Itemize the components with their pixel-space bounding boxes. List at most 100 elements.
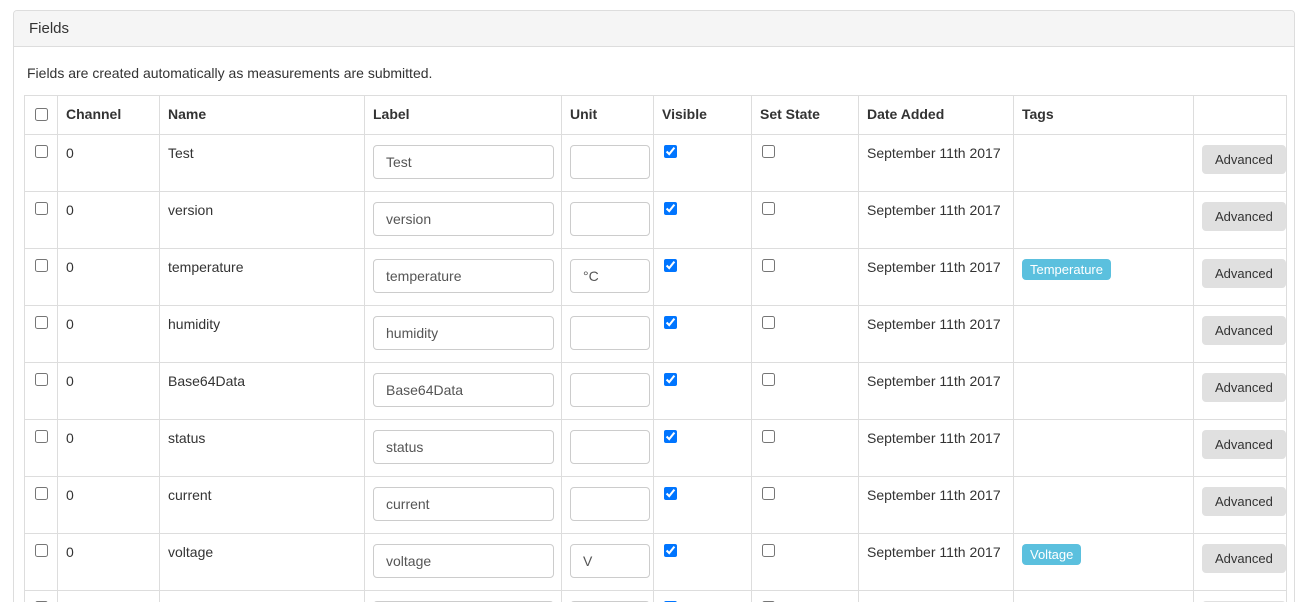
set-state-checkbox[interactable] bbox=[762, 259, 775, 272]
advanced-button[interactable]: Advanced bbox=[1202, 544, 1286, 573]
advanced-button[interactable]: Advanced bbox=[1202, 259, 1286, 288]
row-select-checkbox[interactable] bbox=[35, 316, 48, 329]
row-select-checkbox[interactable] bbox=[35, 145, 48, 158]
actions-cell: Advanced bbox=[1194, 534, 1287, 591]
unit-cell bbox=[562, 420, 654, 477]
select-all-checkbox[interactable] bbox=[35, 108, 48, 121]
unit-input[interactable] bbox=[570, 259, 650, 293]
column-header-name: Name bbox=[160, 96, 365, 135]
name-cell: version bbox=[160, 192, 365, 249]
page: Fields Fields are created automatically … bbox=[0, 0, 1307, 602]
date-added-cell: September 11th 2017 bbox=[859, 534, 1014, 591]
visible-checkbox[interactable] bbox=[664, 373, 677, 386]
visible-checkbox[interactable] bbox=[664, 487, 677, 500]
visible-cell bbox=[654, 363, 752, 420]
unit-input[interactable] bbox=[570, 544, 650, 578]
name-cell: Test bbox=[160, 135, 365, 192]
select-cell bbox=[25, 192, 58, 249]
set-state-cell bbox=[752, 477, 859, 534]
unit-input[interactable] bbox=[570, 145, 650, 179]
fields-table-body: 0TestSeptember 11th 2017Advanced0version… bbox=[25, 135, 1287, 602]
label-cell bbox=[365, 420, 562, 477]
date-added-cell: September 11th 2017 bbox=[859, 363, 1014, 420]
fields-table: ChannelNameLabelUnitVisibleSet StateDate… bbox=[24, 95, 1287, 602]
visible-checkbox[interactable] bbox=[664, 259, 677, 272]
channel-cell: 0 bbox=[58, 591, 160, 602]
field-row-version: 0versionSeptember 11th 2017Advanced bbox=[25, 192, 1287, 249]
label-input[interactable] bbox=[373, 544, 554, 578]
set-state-checkbox[interactable] bbox=[762, 202, 775, 215]
name-cell: Base64Data bbox=[160, 363, 365, 420]
visible-cell bbox=[654, 306, 752, 363]
tags-cell bbox=[1014, 192, 1194, 249]
set-state-checkbox[interactable] bbox=[762, 544, 775, 557]
row-select-checkbox[interactable] bbox=[35, 259, 48, 272]
unit-input[interactable] bbox=[570, 316, 650, 350]
label-input[interactable] bbox=[373, 145, 554, 179]
name-cell: current bbox=[160, 477, 365, 534]
set-state-checkbox[interactable] bbox=[762, 316, 775, 329]
visible-checkbox[interactable] bbox=[664, 316, 677, 329]
set-state-cell bbox=[752, 306, 859, 363]
visible-checkbox[interactable] bbox=[664, 544, 677, 557]
select-cell bbox=[25, 363, 58, 420]
tag-badge: Temperature bbox=[1022, 259, 1111, 280]
tag-badge: Voltage bbox=[1022, 544, 1081, 565]
row-select-checkbox[interactable] bbox=[35, 373, 48, 386]
set-state-checkbox[interactable] bbox=[762, 373, 775, 386]
label-input[interactable] bbox=[373, 316, 554, 350]
unit-input[interactable] bbox=[570, 202, 650, 236]
unit-input[interactable] bbox=[570, 487, 650, 521]
label-input[interactable] bbox=[373, 430, 554, 464]
column-header-actions bbox=[1194, 96, 1287, 135]
advanced-button[interactable]: Advanced bbox=[1202, 430, 1286, 459]
set-state-checkbox[interactable] bbox=[762, 487, 775, 500]
column-header-set-state: Set State bbox=[752, 96, 859, 135]
channel-cell: 0 bbox=[58, 477, 160, 534]
label-input[interactable] bbox=[373, 259, 554, 293]
fields-description: Fields are created automatically as meas… bbox=[27, 65, 1284, 81]
row-select-checkbox[interactable] bbox=[35, 430, 48, 443]
select-cell bbox=[25, 135, 58, 192]
tags-cell: Voltage bbox=[1014, 534, 1194, 591]
unit-cell bbox=[562, 534, 654, 591]
label-input[interactable] bbox=[373, 202, 554, 236]
advanced-button[interactable]: Advanced bbox=[1202, 202, 1286, 231]
visible-cell bbox=[654, 420, 752, 477]
unit-cell bbox=[562, 306, 654, 363]
label-input[interactable] bbox=[373, 373, 554, 407]
unit-cell bbox=[562, 249, 654, 306]
set-state-checkbox[interactable] bbox=[762, 145, 775, 158]
label-cell bbox=[365, 249, 562, 306]
row-select-checkbox[interactable] bbox=[35, 544, 48, 557]
advanced-button[interactable]: Advanced bbox=[1202, 316, 1286, 345]
row-select-checkbox[interactable] bbox=[35, 202, 48, 215]
date-added-cell: September 11th 2017 bbox=[859, 420, 1014, 477]
unit-cell bbox=[562, 192, 654, 249]
visible-checkbox[interactable] bbox=[664, 202, 677, 215]
unit-cell bbox=[562, 591, 654, 602]
unit-input[interactable] bbox=[570, 373, 650, 407]
field-row-status: 0statusSeptember 11th 2017Advanced bbox=[25, 420, 1287, 477]
visible-cell bbox=[654, 477, 752, 534]
visible-checkbox[interactable] bbox=[664, 430, 677, 443]
unit-input[interactable] bbox=[570, 430, 650, 464]
tags-cell: Temperature bbox=[1014, 249, 1194, 306]
label-cell bbox=[365, 306, 562, 363]
set-state-checkbox[interactable] bbox=[762, 430, 775, 443]
channel-cell: 0 bbox=[58, 135, 160, 192]
row-select-checkbox[interactable] bbox=[35, 487, 48, 500]
label-input[interactable] bbox=[373, 487, 554, 521]
advanced-button[interactable]: Advanced bbox=[1202, 373, 1286, 402]
advanced-button[interactable]: Advanced bbox=[1202, 487, 1286, 516]
actions-cell: Advanced bbox=[1194, 306, 1287, 363]
name-cell: voltage bbox=[160, 534, 365, 591]
advanced-button[interactable]: Advanced bbox=[1202, 145, 1286, 174]
visible-checkbox[interactable] bbox=[664, 145, 677, 158]
actions-cell: Advanced bbox=[1194, 192, 1287, 249]
column-header-channel: Channel bbox=[58, 96, 160, 135]
tags-cell bbox=[1014, 591, 1194, 602]
channel-cell: 0 bbox=[58, 420, 160, 477]
select-cell bbox=[25, 477, 58, 534]
actions-cell: Advanced bbox=[1194, 477, 1287, 534]
